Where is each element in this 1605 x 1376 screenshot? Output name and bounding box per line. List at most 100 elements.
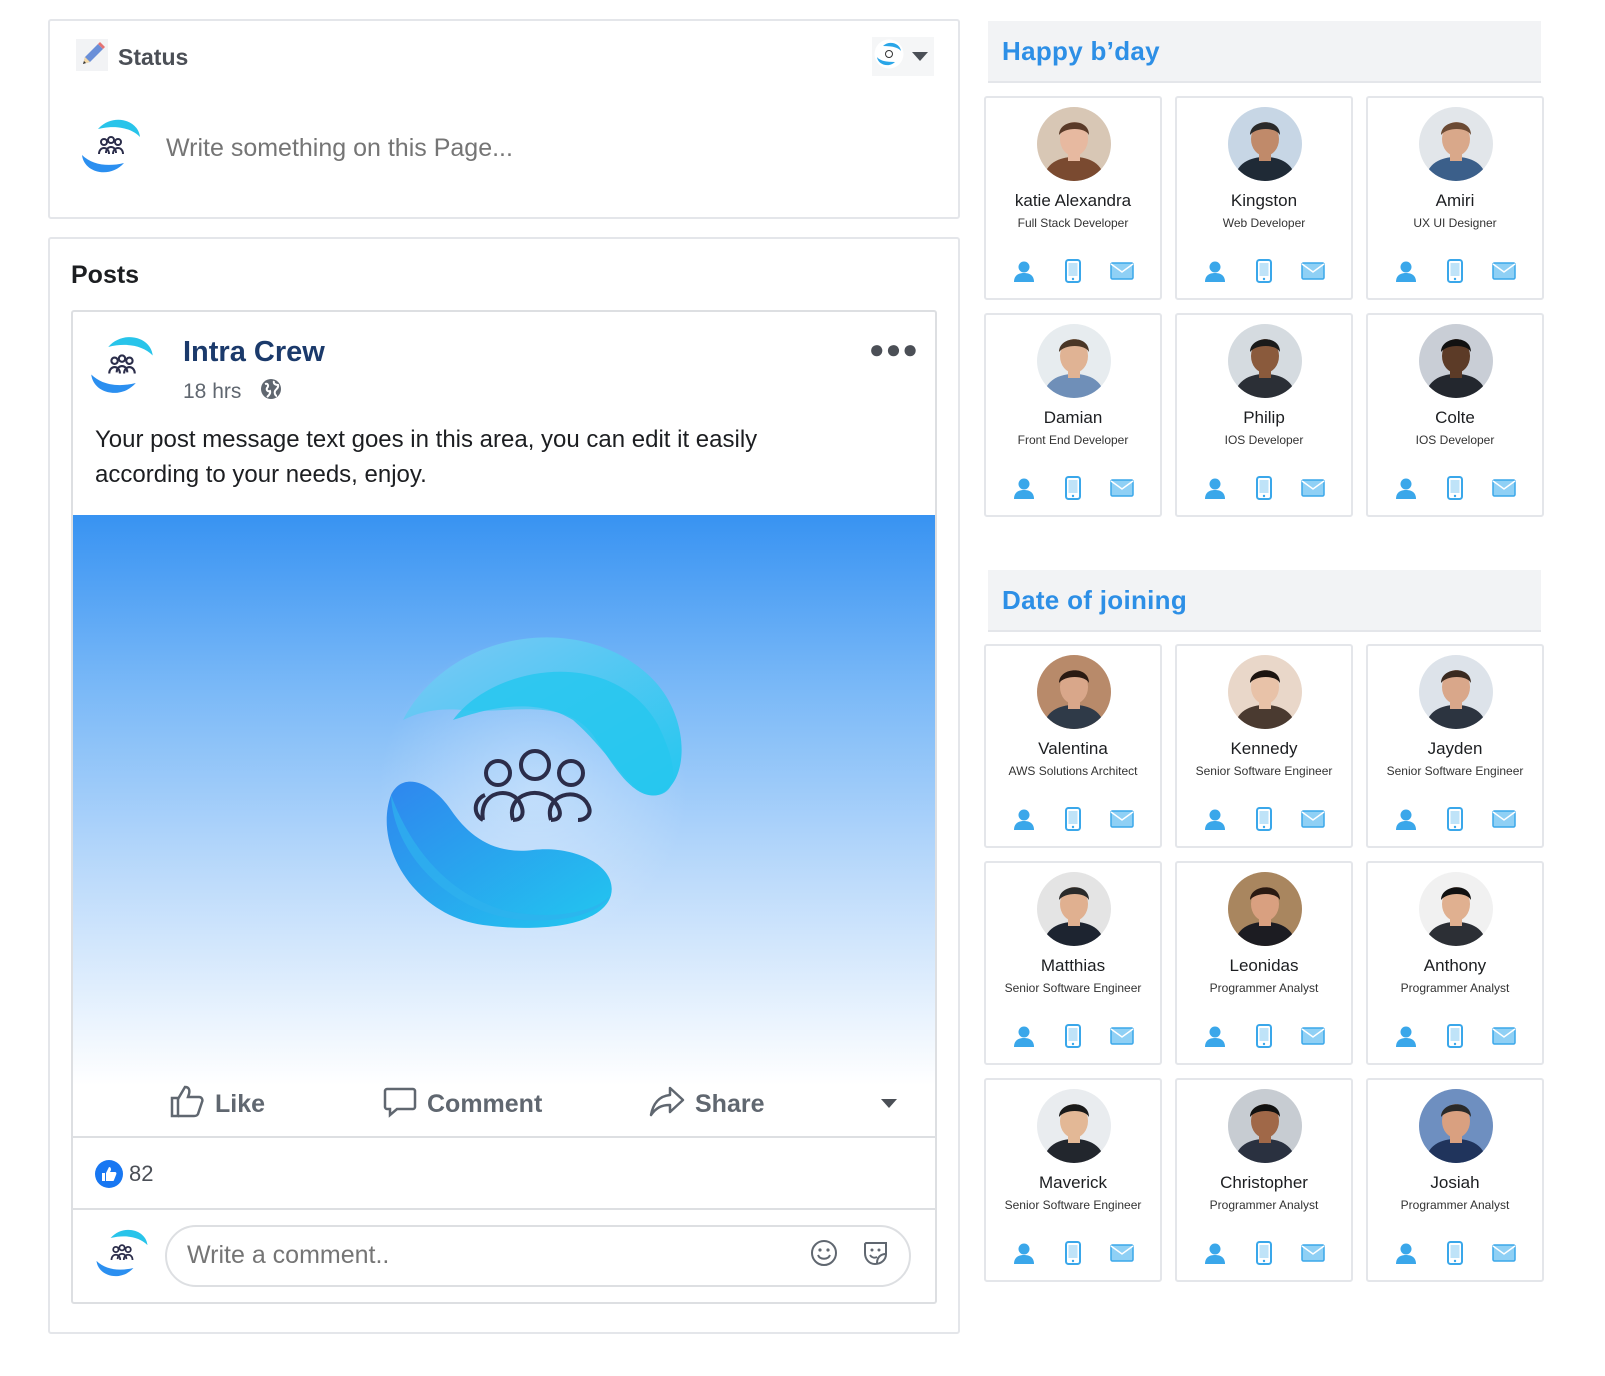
profile-icon[interactable] xyxy=(1394,476,1418,505)
person-card[interactable]: Matthias Senior Software Engineer xyxy=(984,861,1162,1065)
mail-icon[interactable] xyxy=(1301,1027,1325,1050)
phone-icon[interactable] xyxy=(1064,476,1082,505)
phone-icon[interactable] xyxy=(1064,807,1082,836)
phone-icon[interactable] xyxy=(1255,807,1273,836)
profile-icon[interactable] xyxy=(1394,807,1418,836)
person-name[interactable]: Amiri xyxy=(1368,191,1542,211)
person-card[interactable]: Anthony Programmer Analyst xyxy=(1366,861,1544,1065)
person-card[interactable]: katie Alexandra Full Stack Developer xyxy=(984,96,1162,300)
smiley-icon[interactable] xyxy=(809,1238,839,1273)
avatar[interactable] xyxy=(1419,1089,1493,1163)
avatar[interactable] xyxy=(1037,107,1111,181)
profile-icon[interactable] xyxy=(1394,1024,1418,1053)
comment-input[interactable] xyxy=(187,1241,809,1270)
profile-icon[interactable] xyxy=(1012,476,1036,505)
phone-icon[interactable] xyxy=(1446,807,1464,836)
profile-icon[interactable] xyxy=(1203,807,1227,836)
person-name[interactable]: katie Alexandra xyxy=(986,191,1160,211)
more-icon[interactable]: ●●● xyxy=(869,334,919,365)
person-card[interactable]: Jayden Senior Software Engineer xyxy=(1366,644,1544,848)
mail-icon[interactable] xyxy=(1492,810,1516,833)
person-card[interactable]: Maverick Senior Software Engineer xyxy=(984,1078,1162,1282)
avatar[interactable] xyxy=(1228,107,1302,181)
mail-icon[interactable] xyxy=(1492,262,1516,285)
mail-icon[interactable] xyxy=(1110,262,1134,285)
avatar[interactable] xyxy=(1419,872,1493,946)
phone-icon[interactable] xyxy=(1064,259,1082,288)
person-name[interactable]: Philip xyxy=(1177,408,1351,428)
phone-icon[interactable] xyxy=(1255,476,1273,505)
profile-icon[interactable] xyxy=(1012,1241,1036,1270)
avatar[interactable] xyxy=(1037,324,1111,398)
mail-icon[interactable] xyxy=(1110,810,1134,833)
profile-icon[interactable] xyxy=(1203,476,1227,505)
mail-icon[interactable] xyxy=(1110,1027,1134,1050)
mail-icon[interactable] xyxy=(1110,479,1134,502)
person-name[interactable]: Maverick xyxy=(986,1173,1160,1193)
avatar[interactable] xyxy=(1228,872,1302,946)
person-card[interactable]: Colte IOS Developer xyxy=(1366,313,1544,517)
author-avatar[interactable] xyxy=(87,330,157,407)
profile-icon[interactable] xyxy=(1203,259,1227,288)
mail-icon[interactable] xyxy=(1301,1244,1325,1267)
avatar[interactable] xyxy=(1228,324,1302,398)
person-card[interactable]: Valentina AWS Solutions Architect xyxy=(984,644,1162,848)
person-name[interactable]: Leonidas xyxy=(1177,956,1351,976)
status-input[interactable] xyxy=(166,134,766,163)
phone-icon[interactable] xyxy=(1255,1024,1273,1053)
mail-icon[interactable] xyxy=(1492,479,1516,502)
phone-icon[interactable] xyxy=(1255,259,1273,288)
mail-icon[interactable] xyxy=(1110,1244,1134,1267)
phone-icon[interactable] xyxy=(1446,476,1464,505)
comment-button[interactable]: Comment xyxy=(383,1084,542,1125)
avatar[interactable] xyxy=(1419,655,1493,729)
phone-icon[interactable] xyxy=(1446,259,1464,288)
person-card[interactable]: Leonidas Programmer Analyst xyxy=(1175,861,1353,1065)
person-card[interactable]: Christopher Programmer Analyst xyxy=(1175,1078,1353,1282)
audience-selector[interactable] xyxy=(872,37,934,76)
phone-icon[interactable] xyxy=(1064,1241,1082,1270)
avatar[interactable] xyxy=(1419,324,1493,398)
person-name[interactable]: Kingston xyxy=(1177,191,1351,211)
post-time[interactable]: 18 hrs xyxy=(183,380,241,404)
person-card[interactable]: Philip IOS Developer xyxy=(1175,313,1353,517)
avatar[interactable] xyxy=(1037,872,1111,946)
person-card[interactable]: Kingston Web Developer xyxy=(1175,96,1353,300)
phone-icon[interactable] xyxy=(1064,1024,1082,1053)
avatar[interactable] xyxy=(1037,1089,1111,1163)
person-name[interactable]: Christopher xyxy=(1177,1173,1351,1193)
person-name[interactable]: Kennedy xyxy=(1177,739,1351,759)
profile-icon[interactable] xyxy=(1203,1024,1227,1053)
sticker-icon[interactable] xyxy=(861,1238,891,1273)
mail-icon[interactable] xyxy=(1301,479,1325,502)
phone-icon[interactable] xyxy=(1255,1241,1273,1270)
avatar[interactable] xyxy=(1419,107,1493,181)
post-author[interactable]: Intra Crew xyxy=(183,336,325,369)
profile-icon[interactable] xyxy=(1012,807,1036,836)
phone-icon[interactable] xyxy=(1446,1024,1464,1053)
person-name[interactable]: Damian xyxy=(986,408,1160,428)
mail-icon[interactable] xyxy=(1492,1027,1516,1050)
profile-icon[interactable] xyxy=(1394,259,1418,288)
avatar[interactable] xyxy=(1228,655,1302,729)
like-button[interactable]: Like xyxy=(169,1083,265,1126)
post-image[interactable] xyxy=(73,515,935,1085)
reactions-summary[interactable]: 82 xyxy=(95,1160,153,1188)
profile-icon[interactable] xyxy=(1012,1024,1036,1053)
person-card[interactable]: Kennedy Senior Software Engineer xyxy=(1175,644,1353,848)
person-name[interactable]: Colte xyxy=(1368,408,1542,428)
mail-icon[interactable] xyxy=(1492,1244,1516,1267)
profile-icon[interactable] xyxy=(1394,1241,1418,1270)
person-card[interactable]: Amiri UX UI Designer xyxy=(1366,96,1544,300)
person-name[interactable]: Matthias xyxy=(986,956,1160,976)
person-card[interactable]: Damian Front End Developer xyxy=(984,313,1162,517)
mail-icon[interactable] xyxy=(1301,262,1325,285)
mail-icon[interactable] xyxy=(1301,810,1325,833)
share-button[interactable]: Share xyxy=(649,1084,764,1125)
phone-icon[interactable] xyxy=(1446,1241,1464,1270)
person-name[interactable]: Jayden xyxy=(1368,739,1542,759)
avatar[interactable] xyxy=(1037,655,1111,729)
avatar[interactable] xyxy=(1228,1089,1302,1163)
person-name[interactable]: Valentina xyxy=(986,739,1160,759)
profile-icon[interactable] xyxy=(1012,259,1036,288)
